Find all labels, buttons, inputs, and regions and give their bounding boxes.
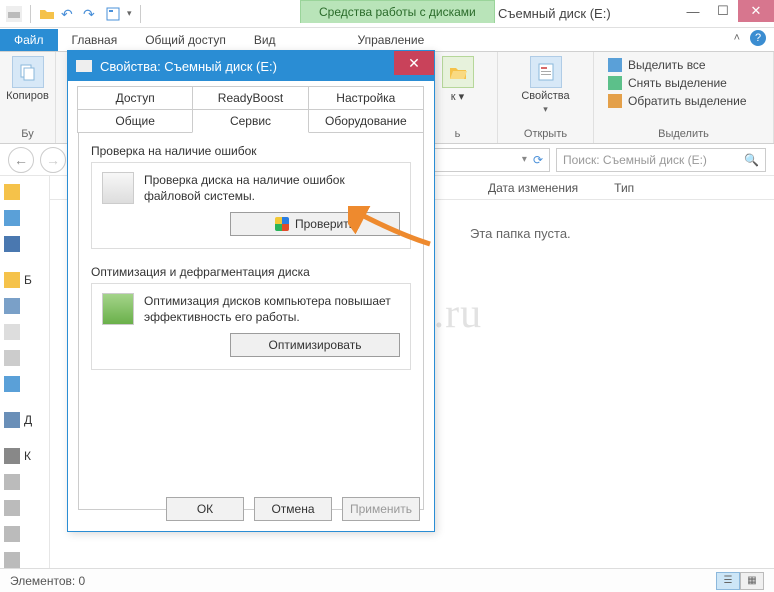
deselect-button[interactable]: Снять выделение: [608, 74, 759, 92]
sidebar-item[interactable]: [4, 298, 45, 314]
cancel-button[interactable]: Отмена: [254, 497, 332, 521]
search-icon: 🔍: [744, 153, 759, 167]
dialog-button-row: ОК Отмена Применить: [166, 497, 420, 521]
view-details-button[interactable]: ☰: [716, 572, 740, 590]
sidebar-item-computer[interactable]: К: [4, 448, 45, 464]
tab-readyboost[interactable]: ReadyBoost: [192, 86, 308, 110]
open-icon: [442, 56, 474, 88]
properties-ribbon-button[interactable]: Свойства ▾: [508, 56, 583, 115]
dialog-title-text: Свойства: Съемный диск (E:): [100, 59, 277, 74]
tab-service[interactable]: Сервис: [192, 109, 308, 133]
window-controls: — ☐ ✕: [678, 0, 774, 22]
apply-button[interactable]: Применить: [342, 497, 420, 521]
tab-file[interactable]: Файл: [0, 29, 58, 51]
quick-access-toolbar: ↶ ↷ ▾: [0, 5, 143, 23]
minimize-button[interactable]: —: [678, 0, 708, 22]
ribbon-group-open: Открыть: [508, 128, 583, 143]
sidebar-item[interactable]: [4, 500, 45, 516]
column-type[interactable]: Тип: [596, 181, 652, 195]
maximize-button[interactable]: ☐: [708, 0, 738, 22]
contextual-tab-disk-tools[interactable]: Средства работы с дисками: [300, 0, 495, 23]
check-errors-title: Проверка на наличие ошибок: [91, 144, 411, 158]
sidebar-item[interactable]: Д: [4, 412, 45, 428]
uac-shield-icon: [275, 217, 289, 231]
column-date[interactable]: Дата изменения: [470, 181, 596, 195]
close-button[interactable]: ✕: [738, 0, 774, 22]
window-titlebar: ↶ ↷ ▾ Средства работы с дисками Съемный …: [0, 0, 774, 28]
properties-dialog: Свойства: Съемный диск (E:) ✕ Доступ Rea…: [67, 50, 435, 532]
tab-settings[interactable]: Настройка: [308, 86, 424, 110]
dialog-tab-content: Проверка на наличие ошибок Проверка диск…: [78, 132, 424, 510]
tab-general[interactable]: Общие: [77, 109, 193, 133]
properties-label: Свойства: [521, 90, 569, 102]
sidebar-item[interactable]: Б: [4, 272, 45, 288]
ribbon-group-open-partial: ь: [428, 128, 487, 143]
defrag-groupbox: Оптимизация дисков компьютера повышает э…: [91, 283, 411, 370]
redo-icon[interactable]: ↷: [83, 6, 99, 22]
qat-dropdown-icon[interactable]: ▾: [127, 8, 132, 19]
tab-hardware[interactable]: Оборудование: [308, 109, 424, 133]
open-split-button[interactable]: к ▾: [428, 56, 487, 103]
ribbon-collapse-icon[interactable]: ˄: [734, 32, 740, 44]
sidebar-item[interactable]: [4, 184, 45, 200]
optimize-button[interactable]: Оптимизировать: [230, 333, 400, 357]
address-dropdown-icon[interactable]: ▾: [522, 154, 527, 165]
dialog-titlebar[interactable]: Свойства: Съемный диск (E:) ✕: [68, 51, 434, 81]
help-icon[interactable]: ?: [750, 30, 766, 46]
sidebar-item[interactable]: [4, 552, 45, 568]
app-icon: [6, 6, 22, 22]
defrag-text: Оптимизация дисков компьютера повышает э…: [144, 293, 400, 325]
empty-folder-text: Эта папка пуста.: [470, 226, 571, 241]
tab-share[interactable]: Общий доступ: [131, 29, 240, 51]
search-placeholder: Поиск: Съемный диск (E:): [563, 153, 707, 167]
ok-button[interactable]: ОК: [166, 497, 244, 521]
view-icons-button[interactable]: ▦: [740, 572, 764, 590]
sidebar-item[interactable]: [4, 324, 45, 340]
navigation-pane[interactable]: Б Д К: [0, 176, 50, 568]
deselect-icon: [608, 76, 622, 90]
sidebar-item[interactable]: [4, 210, 45, 226]
tab-access[interactable]: Доступ: [77, 86, 193, 110]
status-bar: Элементов: 0 ☰ ▦: [0, 568, 774, 592]
copy-button[interactable]: Копиров: [10, 56, 45, 102]
select-all-icon: [608, 58, 622, 72]
tab-view[interactable]: Вид: [240, 29, 290, 51]
defrag-title: Оптимизация и дефрагментация диска: [91, 265, 411, 279]
tab-home[interactable]: Главная: [58, 29, 132, 51]
invert-icon: [608, 94, 622, 108]
status-item-count: Элементов: 0: [10, 574, 85, 588]
invert-selection-button[interactable]: Обратить выделение: [608, 92, 759, 110]
dialog-close-button[interactable]: ✕: [394, 51, 434, 75]
ribbon-group-select: Выделить: [608, 128, 759, 143]
sidebar-item[interactable]: [4, 526, 45, 542]
back-button[interactable]: ←: [8, 147, 34, 173]
check-errors-text: Проверка диска на наличие ошибок файлово…: [144, 172, 400, 204]
sidebar-item[interactable]: [4, 474, 45, 490]
folder-icon[interactable]: [39, 6, 55, 22]
forward-button[interactable]: →: [40, 147, 66, 173]
ribbon-tabs: Файл Главная Общий доступ Вид Управление…: [0, 28, 774, 52]
check-button[interactable]: Проверить: [230, 212, 400, 236]
undo-icon[interactable]: ↶: [61, 6, 77, 22]
refresh-icon[interactable]: ⟳: [533, 153, 543, 167]
ribbon-group-clipboard: Бу: [10, 128, 45, 143]
drive-check-icon: [102, 172, 134, 204]
properties-qat-icon[interactable]: [105, 6, 121, 22]
dialog-drive-icon: [76, 60, 92, 72]
properties-icon: [530, 56, 562, 88]
sidebar-item[interactable]: [4, 376, 45, 392]
sidebar-item[interactable]: [4, 350, 45, 366]
dialog-tabs: Доступ ReadyBoost Настройка Общие Сервис…: [78, 87, 424, 133]
defrag-icon: [102, 293, 134, 325]
select-all-button[interactable]: Выделить все: [608, 56, 759, 74]
window-title: Съемный диск (E:): [498, 6, 611, 21]
copy-icon: [12, 56, 44, 88]
sidebar-item[interactable]: [4, 236, 45, 252]
check-errors-groupbox: Проверка диска на наличие ошибок файлово…: [91, 162, 411, 249]
copy-label: Копиров: [6, 90, 49, 102]
tab-manage[interactable]: Управление: [344, 29, 439, 51]
search-box[interactable]: Поиск: Съемный диск (E:) 🔍: [556, 148, 766, 172]
